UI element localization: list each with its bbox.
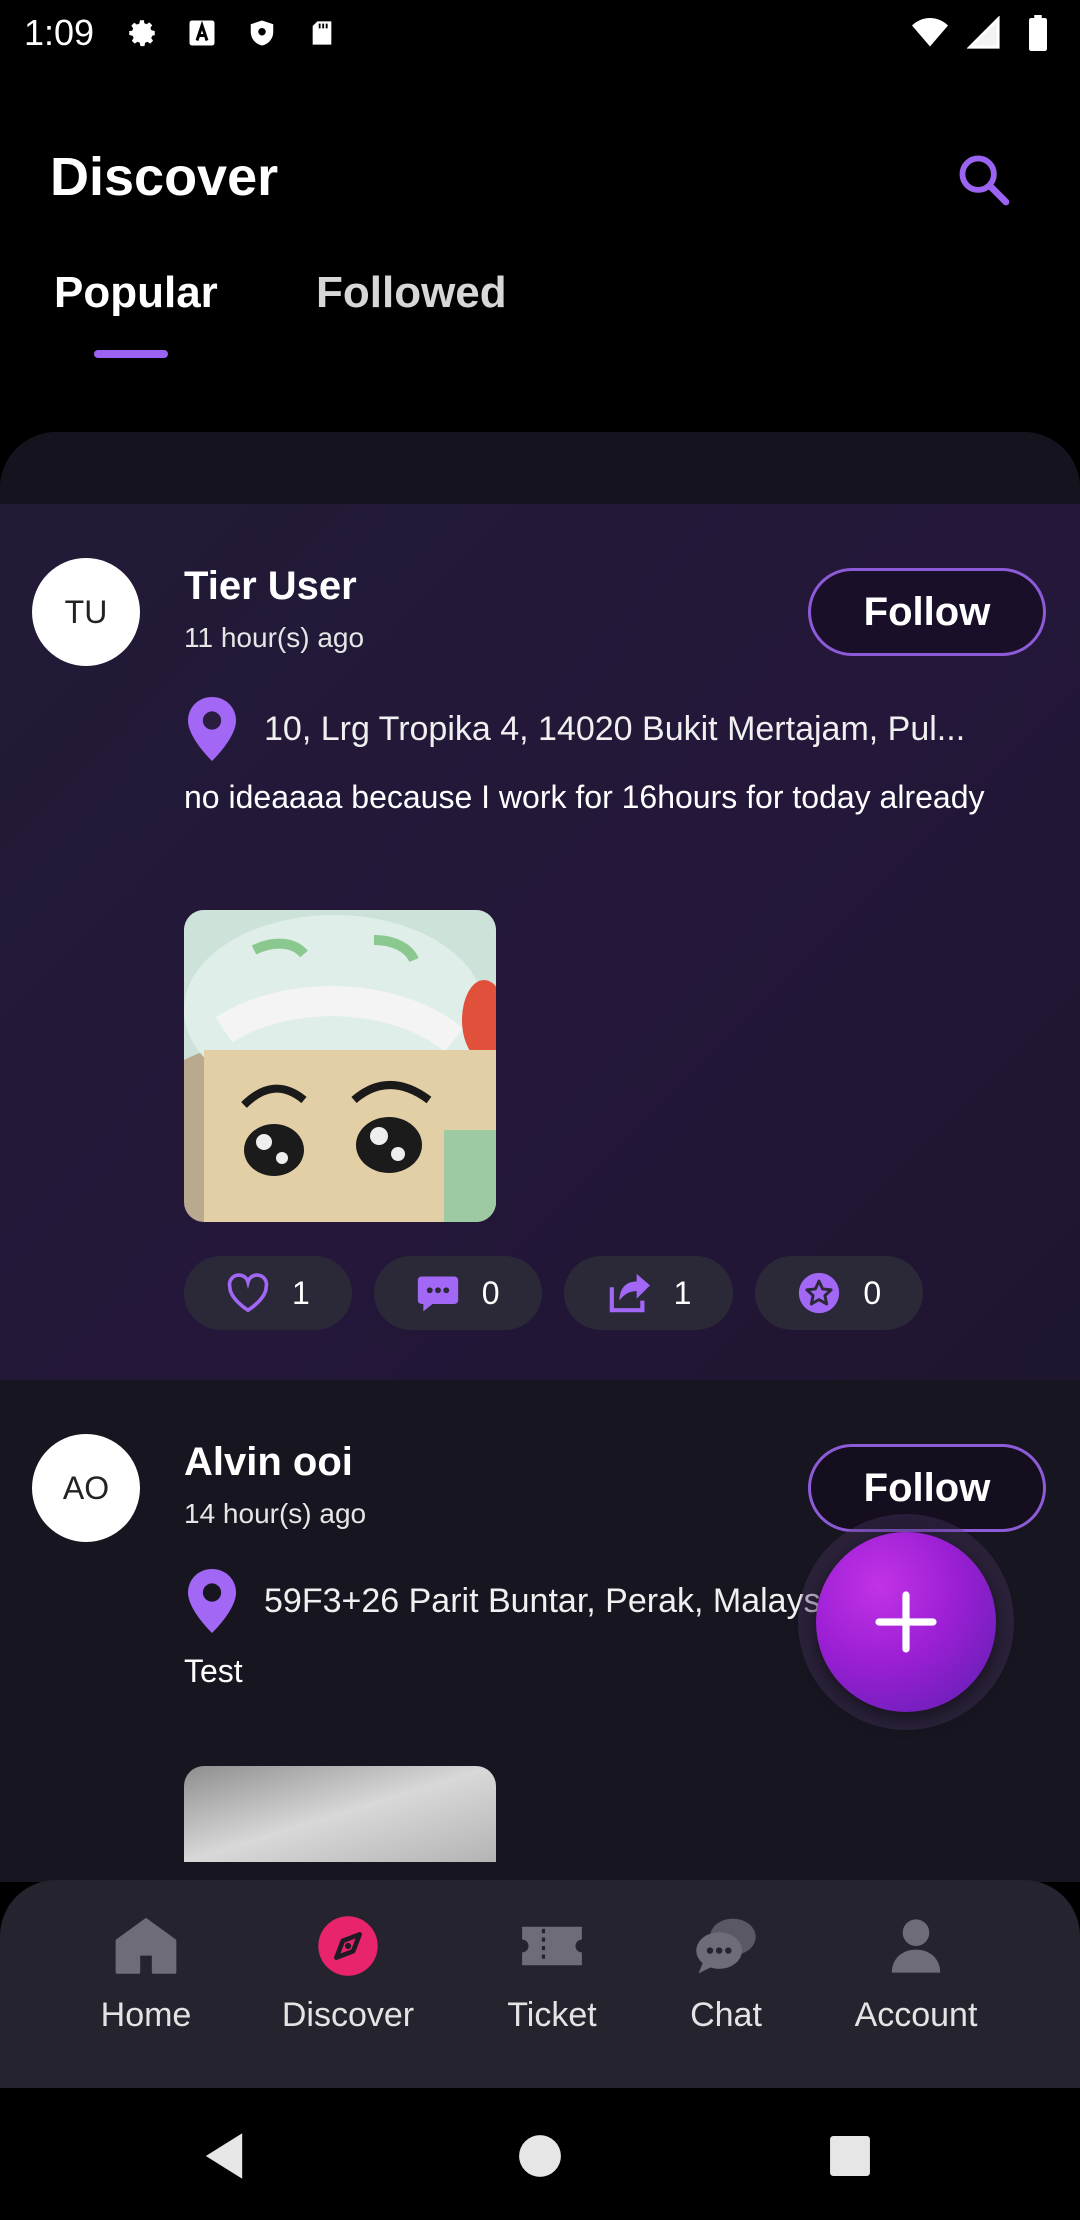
recents-square-icon	[830, 2136, 870, 2176]
share-button[interactable]: 1	[563, 1256, 734, 1330]
status-icons-right	[912, 15, 1056, 51]
nav-label-chat: Chat	[690, 1996, 762, 2034]
star-badge-icon	[799, 1272, 840, 1314]
share-count: 1	[673, 1274, 692, 1311]
ticket-icon	[520, 1914, 584, 1978]
nav-label-ticket: Ticket	[507, 1996, 597, 2034]
shield-icon	[244, 15, 280, 51]
follow-button[interactable]: Follow	[808, 568, 1046, 656]
battery-icon	[1020, 15, 1056, 51]
system-nav-bar	[0, 2088, 1080, 2220]
location-text: 10, Lrg Tropika 4, 14020 Bukit Mertajam,…	[264, 709, 966, 748]
home-icon	[114, 1914, 178, 1978]
back-triangle-icon	[205, 2133, 243, 2179]
page-title: Discover	[50, 147, 279, 207]
post-time: 11 hour(s) ago	[184, 622, 365, 653]
status-time: 1:09	[24, 12, 95, 53]
post-location[interactable]: 59F3+26 Parit Buntar, Perak, Malaysia	[184, 1566, 904, 1636]
nav-label-account: Account	[854, 1996, 978, 2034]
plus-icon	[875, 1591, 937, 1653]
tab-indicator	[94, 350, 168, 358]
compass-icon	[316, 1914, 380, 1978]
post-photo[interactable]	[184, 910, 496, 1222]
comment-button[interactable]: 0	[373, 1256, 542, 1330]
nav-chat[interactable]: Chat	[626, 1914, 826, 2035]
share-icon	[609, 1273, 650, 1313]
post-actions: 1 0 1 0	[184, 1256, 924, 1330]
back-button[interactable]	[196, 2128, 252, 2184]
status-bar: 1:09	[0, 0, 1080, 66]
avatar[interactable]: AO	[32, 1434, 140, 1542]
post-text: no ideaaaa because I work for 16hours fo…	[184, 779, 985, 815]
like-button[interactable]: 1	[184, 1256, 352, 1330]
post-card[interactable]: TU Tier User 11 hour(s) ago Follow 10, L…	[0, 504, 1080, 1380]
nav-home[interactable]: Home	[46, 1914, 246, 2035]
nav-label-home: Home	[100, 1996, 192, 2034]
nav-discover[interactable]: Discover	[248, 1914, 448, 2035]
like-count: 1	[292, 1274, 310, 1311]
home-circle-icon	[519, 2135, 561, 2177]
post-location[interactable]: 10, Lrg Tropika 4, 14020 Bukit Mertajam,…	[184, 694, 1004, 764]
status-icons-left	[124, 15, 340, 51]
tab-followed[interactable]: Followed	[316, 268, 507, 318]
nav-label-discover: Discover	[281, 1996, 415, 2034]
tab-popular[interactable]: Popular	[54, 268, 218, 318]
home-system-button[interactable]	[512, 2128, 568, 2184]
post-photo[interactable]	[184, 1766, 496, 1862]
wifi-icon	[912, 15, 948, 51]
gear-icon	[124, 15, 160, 51]
sd-card-icon	[304, 15, 340, 51]
bottom-nav: Home Discover Ticket Chat Account	[0, 1880, 1080, 2088]
person-icon	[884, 1914, 948, 1978]
post-username[interactable]: Alvin ooi	[184, 1440, 353, 1485]
screen: 1:09 Discover Popular Followed TU Tier U…	[0, 0, 1080, 2220]
star-count: 0	[863, 1274, 882, 1311]
comment-icon	[417, 1276, 458, 1312]
create-post-button[interactable]	[816, 1532, 996, 1712]
nav-account[interactable]: Account	[816, 1914, 1016, 2035]
location-pin-icon	[188, 1569, 236, 1633]
tab-bar: Popular Followed	[0, 200, 1080, 317]
post-time: 14 hour(s) ago	[184, 1498, 367, 1529]
signal-icon	[966, 15, 1002, 51]
nav-ticket[interactable]: Ticket	[452, 1914, 652, 2035]
chat-icon	[694, 1914, 758, 1978]
recents-button[interactable]	[822, 2128, 878, 2184]
comment-count: 0	[481, 1274, 500, 1311]
heart-icon	[227, 1273, 269, 1313]
post-username[interactable]: Tier User	[184, 564, 357, 609]
a-box-icon	[184, 15, 220, 51]
star-button[interactable]: 0	[755, 1256, 924, 1330]
location-pin-icon	[188, 697, 236, 761]
avatar[interactable]: TU	[32, 558, 140, 666]
